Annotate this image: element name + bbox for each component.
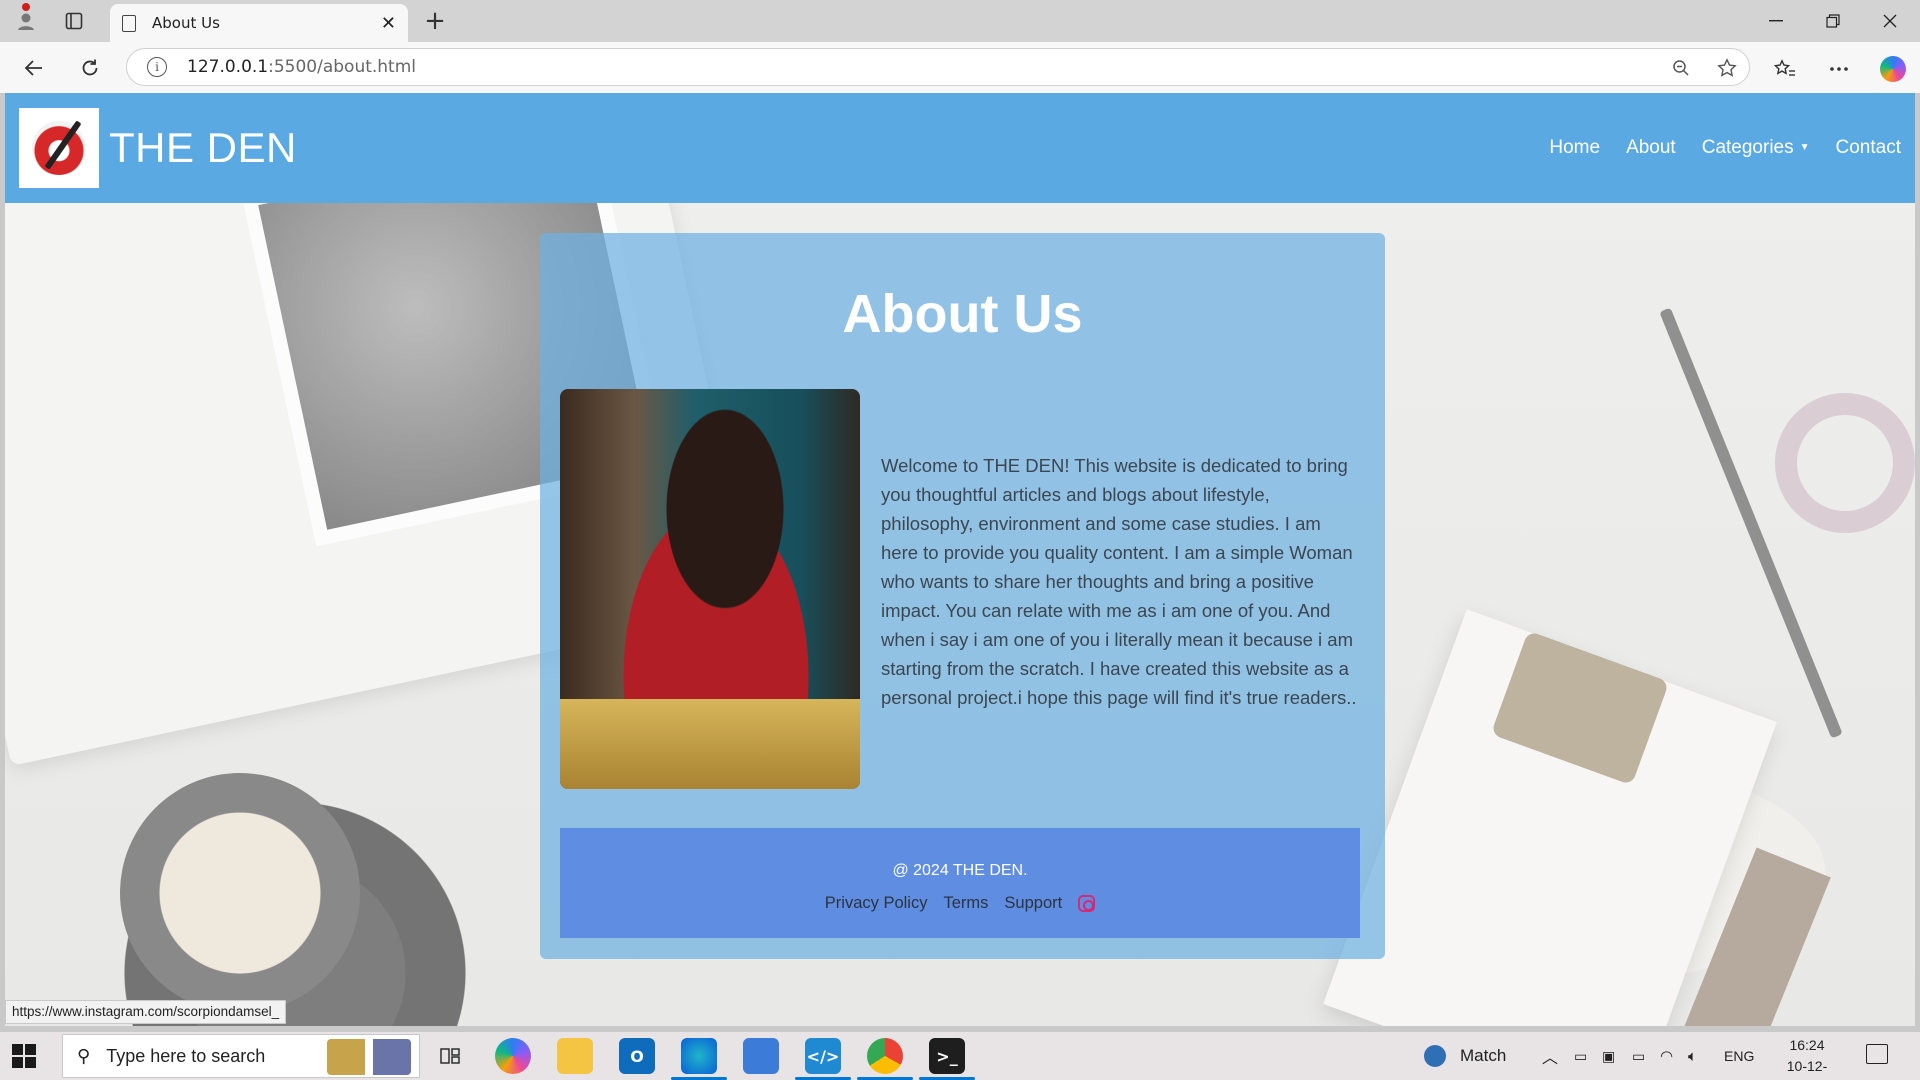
- task-view-icon[interactable]: [432, 1038, 468, 1074]
- refresh-icon[interactable]: [74, 52, 106, 84]
- edge-icon[interactable]: [681, 1038, 717, 1074]
- browser-tab-bar: About Us ✕ +: [0, 0, 1920, 42]
- terms-link[interactable]: Terms: [943, 894, 988, 913]
- chrome-icon[interactable]: [867, 1038, 903, 1074]
- clock-time: 16:24: [1789, 1037, 1825, 1053]
- restore-icon[interactable]: [1805, 0, 1861, 42]
- copilot-app-icon[interactable]: [495, 1038, 531, 1074]
- instagram-icon[interactable]: [1078, 895, 1096, 912]
- profile-notification-dot: [22, 3, 30, 11]
- quill-logo-icon: [32, 121, 86, 175]
- cricket-icon: [1424, 1045, 1446, 1067]
- url-path: :5500/about.html: [268, 57, 417, 77]
- battery-icon[interactable]: ▭: [1632, 1032, 1645, 1080]
- url-host: 127.0.0.1: [187, 57, 269, 77]
- close-tab-icon[interactable]: ✕: [381, 13, 396, 34]
- taskbar-search[interactable]: ⚲ Type here to search: [62, 1034, 420, 1078]
- volume-icon[interactable]: 🔈︎: [1688, 1032, 1697, 1080]
- weather-label: Match: [1460, 1046, 1507, 1065]
- nav-about[interactable]: About: [1626, 137, 1676, 159]
- favorite-star-icon[interactable]: [1709, 49, 1745, 87]
- site-header: THE DEN Home About Categories ▼ Contact: [5, 93, 1915, 203]
- about-body-text: Welcome to THE DEN! This website is dedi…: [881, 455, 1357, 708]
- address-bar: i 127.0.0.1:5500/about.html: [0, 42, 1920, 93]
- nav-categories[interactable]: Categories ▼: [1702, 137, 1810, 159]
- nav-categories-label: Categories: [1701, 137, 1794, 158]
- minimize-icon[interactable]: [1748, 0, 1804, 42]
- more-icon[interactable]: [1822, 52, 1856, 86]
- windows-start-icon[interactable]: [12, 1044, 36, 1068]
- about-card: About Us Welcome to THE DEN! This websit…: [540, 233, 1385, 959]
- meet-now-icon[interactable]: ▭: [1574, 1032, 1587, 1080]
- weather-widget[interactable]: Match: [1424, 1032, 1506, 1080]
- site-info-icon[interactable]: i: [147, 57, 167, 77]
- nav-home[interactable]: Home: [1549, 137, 1600, 159]
- search-highlight-image: [327, 1039, 411, 1075]
- profile-icon[interactable]: [12, 7, 40, 35]
- page-viewport: THE DEN Home About Categories ▼ Contact A…: [5, 93, 1915, 1026]
- caret-down-icon: ▼: [1799, 142, 1810, 154]
- copyright-text: @ 2024 THE DEN.: [892, 862, 1028, 879]
- status-bar-url: https://www.instagram.com/scorpiondamsel…: [5, 1000, 287, 1024]
- about-heading: About Us: [842, 284, 1083, 344]
- page-footer: @ 2024 THE DEN. Privacy Policy Terms Sup…: [560, 828, 1360, 938]
- outlook-icon[interactable]: O: [619, 1038, 655, 1074]
- clock-date: 10-12-2024: [1786, 1058, 1828, 1080]
- close-window-icon[interactable]: [1862, 0, 1918, 42]
- chevron-up-icon[interactable]: ︿: [1542, 1032, 1558, 1080]
- privacy-policy-link[interactable]: Privacy Policy: [825, 894, 928, 913]
- tab-actions-icon[interactable]: [60, 7, 88, 35]
- vscode-icon[interactable]: </>: [805, 1038, 841, 1074]
- site-logo[interactable]: [19, 108, 99, 188]
- nav-contact[interactable]: Contact: [1836, 137, 1901, 159]
- search-icon: ⚲: [77, 1045, 91, 1067]
- terminal-icon[interactable]: >_: [929, 1038, 965, 1074]
- photo-table: [560, 699, 860, 789]
- site-title: THE DEN: [109, 124, 297, 171]
- system-clock[interactable]: 16:24 10-12-2024: [1777, 1035, 1837, 1080]
- site-nav: Home About Categories ▼ Contact: [1549, 93, 1901, 203]
- tab-title: About Us: [152, 14, 220, 32]
- notification-center-icon[interactable]: [1866, 1044, 1888, 1064]
- favorites-icon[interactable]: [1768, 52, 1802, 86]
- active-tab[interactable]: About Us ✕: [110, 4, 408, 42]
- url-field[interactable]: i 127.0.0.1:5500/about.html: [126, 48, 1750, 86]
- page-icon: [122, 14, 136, 32]
- python-icon[interactable]: [743, 1038, 779, 1074]
- new-tab-button[interactable]: +: [420, 6, 450, 36]
- zoom-out-icon[interactable]: [1663, 49, 1699, 87]
- display-icon[interactable]: ▣: [1602, 1032, 1615, 1080]
- support-link[interactable]: Support: [1004, 894, 1062, 913]
- copilot-icon[interactable]: [1876, 52, 1910, 86]
- search-placeholder: Type here to search: [106, 1045, 266, 1066]
- back-icon[interactable]: [18, 52, 50, 84]
- file-explorer-icon[interactable]: [557, 1038, 593, 1074]
- taskbar: ⚲ Type here to search O </> >_ Match ︿ ▭…: [0, 1032, 1920, 1080]
- footer-links: Privacy Policy Terms Support: [560, 894, 1360, 913]
- language-indicator[interactable]: ENG: [1724, 1032, 1754, 1080]
- profile-photo: [560, 389, 860, 789]
- wifi-icon[interactable]: ◠: [1660, 1032, 1673, 1080]
